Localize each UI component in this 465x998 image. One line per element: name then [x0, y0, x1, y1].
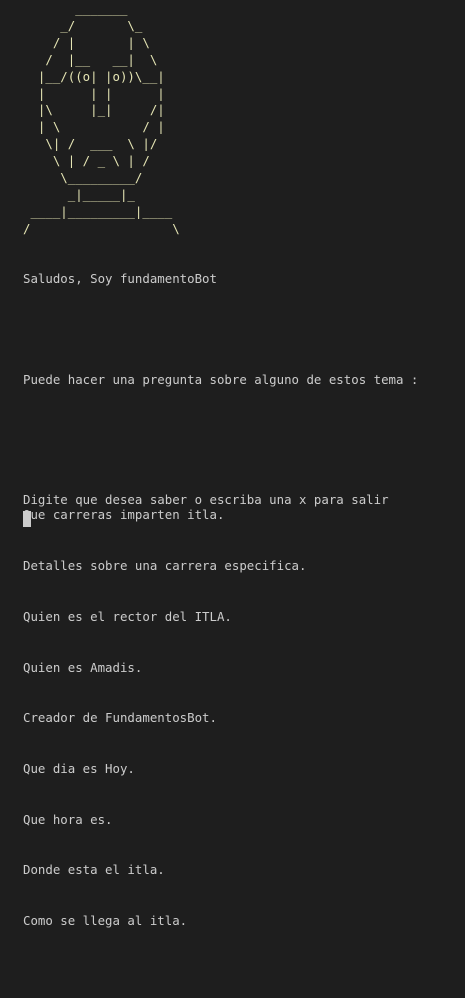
input-prompt-text: Digite que desea saber o escriba una x p…	[23, 492, 389, 507]
topic-list: Que carreras imparten itla. Detalles sob…	[23, 474, 418, 964]
topic-item: Detalles sobre una carrera especifica.	[23, 558, 307, 574]
console-output: Saludos, Soy fundamentoBot Puede hacer u…	[23, 237, 418, 998]
topic-item: Creador de FundamentosBot.	[23, 710, 217, 726]
topic-item: Que carreras imparten itla.	[23, 507, 225, 523]
greeting-text: Saludos, Soy fundamentoBot	[23, 270, 217, 286]
question-prompt-text: Puede hacer una pregunta sobre alguno de…	[23, 372, 419, 388]
terminal-window[interactable]: _______ _/ \_ / | | \ / |__ __| \ |__/((…	[0, 0, 465, 928]
text-cursor[interactable]	[23, 511, 31, 527]
topic-item: Quien es Amadis.	[23, 659, 143, 675]
topic-item: Que dia es Hoy.	[23, 760, 135, 776]
topic-item: Donde esta el itla.	[23, 862, 165, 878]
topic-item: Como se llega al itla.	[23, 913, 188, 929]
topic-item: Que hora es.	[23, 811, 113, 827]
ascii-bot-art: _______ _/ \_ / | | \ / |__ __| \ |__/((…	[23, 1, 180, 236]
topic-item: Quien es el rector del ITLA.	[23, 608, 232, 624]
